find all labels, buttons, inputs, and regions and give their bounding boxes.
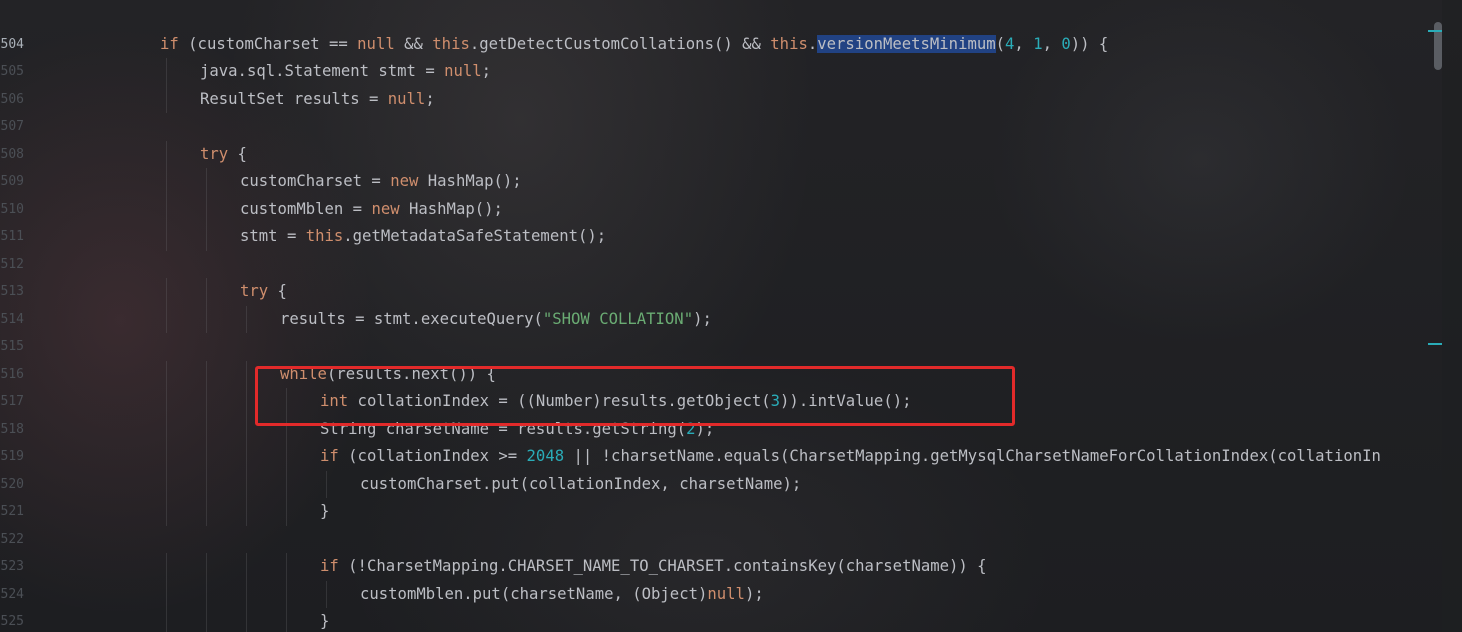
error-stripe[interactable] bbox=[1442, 0, 1462, 632]
code-line[interactable]: if (!CharsetMapping.CHARSET_NAME_TO_CHAR… bbox=[320, 553, 987, 581]
code-token: (collationIndex >= bbox=[338, 447, 527, 465]
code-token: "SHOW COLLATION" bbox=[542, 309, 694, 328]
code-token: new bbox=[371, 199, 400, 218]
code-area[interactable]: if (customCharset == null && this.getDet… bbox=[0, 0, 1442, 632]
code-line[interactable]: } bbox=[320, 608, 329, 632]
code-line[interactable]: java.sql.Statement stmt = null; bbox=[200, 58, 491, 86]
code-token: .getDetectCustomCollations() && bbox=[469, 34, 771, 53]
code-token: && bbox=[394, 34, 433, 53]
code-token: ; bbox=[425, 89, 435, 108]
code-token: ( bbox=[995, 34, 1006, 53]
code-token: ; bbox=[481, 62, 492, 80]
code-token: (!CharsetMapping.CHARSET_NAME_TO_CHARSET… bbox=[338, 557, 987, 575]
code-token: 1 bbox=[1033, 34, 1043, 53]
code-token: .getMetadataSafeStatement(); bbox=[343, 227, 607, 245]
code-token: java.sql.Statement stmt = bbox=[200, 62, 445, 80]
code-token: customCharset.put(collationIndex, charse… bbox=[360, 474, 802, 493]
code-token: null bbox=[357, 34, 395, 53]
stripe-marker[interactable] bbox=[1428, 30, 1442, 32]
code-line[interactable]: } bbox=[320, 498, 329, 526]
code-token: || !charsetName.equals(CharsetMapping.ge… bbox=[564, 447, 1381, 465]
code-token: null bbox=[444, 62, 482, 80]
code-token: HashMap(); bbox=[399, 199, 503, 218]
code-token: { bbox=[228, 144, 247, 163]
code-token: 0 bbox=[1061, 34, 1071, 53]
code-token: customMblen = bbox=[240, 199, 372, 218]
code-token: } bbox=[320, 502, 330, 520]
code-token: HashMap(); bbox=[418, 172, 522, 190]
code-token: this bbox=[305, 227, 344, 245]
red-highlight-box bbox=[255, 366, 1015, 426]
code-token: try bbox=[240, 282, 269, 300]
code-token: this bbox=[770, 34, 808, 53]
code-line[interactable]: stmt = this.getMetadataSafeStatement(); bbox=[240, 223, 606, 251]
code-token: if bbox=[320, 447, 339, 465]
code-token: if bbox=[320, 557, 339, 575]
code-line[interactable]: ResultSet results = null; bbox=[200, 86, 435, 114]
code-line[interactable]: try { bbox=[240, 278, 287, 306]
code-line[interactable]: results = stmt.executeQuery("SHOW COLLAT… bbox=[280, 306, 712, 334]
selected-token: versionMeetsMinimum bbox=[817, 34, 996, 53]
code-editor[interactable]: 504 505 506 507 508 509 510 511 512 513 514 515 516 5… bbox=[0, 0, 1462, 632]
code-line[interactable]: customMblen.put(charsetName, (Object)nul… bbox=[360, 581, 764, 609]
code-token: new bbox=[390, 172, 419, 190]
code-token: ); bbox=[744, 584, 764, 603]
code-token: } bbox=[320, 612, 330, 630]
code-token: null bbox=[707, 584, 745, 603]
code-token: { bbox=[268, 282, 287, 300]
code-line[interactable]: customCharset = new HashMap(); bbox=[240, 168, 522, 196]
code-line[interactable]: if (collationIndex >= 2048 || !charsetNa… bbox=[320, 443, 1381, 471]
code-token: , bbox=[1014, 34, 1034, 53]
code-line[interactable]: if (customCharset == null && this.getDet… bbox=[160, 31, 1108, 59]
code-token: ); bbox=[693, 309, 712, 328]
code-token: try bbox=[200, 144, 229, 163]
code-token: 4 bbox=[1005, 34, 1015, 53]
code-line[interactable]: customCharset.put(collationIndex, charse… bbox=[360, 471, 801, 499]
stripe-marker[interactable] bbox=[1428, 343, 1442, 345]
code-token: , bbox=[1042, 34, 1062, 53]
code-token: results = stmt.executeQuery( bbox=[280, 309, 543, 328]
code-token: . bbox=[807, 34, 818, 53]
code-token: )) { bbox=[1070, 34, 1109, 53]
code-token: if bbox=[160, 34, 179, 53]
code-token: stmt = bbox=[240, 227, 306, 245]
code-token: (customCharset == bbox=[178, 34, 358, 53]
code-token: this bbox=[432, 34, 470, 53]
code-token: customCharset = bbox=[240, 172, 391, 190]
code-token: ResultSet results = bbox=[200, 89, 388, 108]
code-token: 2048 bbox=[526, 447, 565, 465]
code-line[interactable]: customMblen = new HashMap(); bbox=[240, 196, 503, 224]
code-token: null bbox=[387, 89, 426, 108]
code-line[interactable]: try { bbox=[200, 141, 247, 169]
code-token: customMblen.put(charsetName, (Object) bbox=[360, 584, 708, 603]
